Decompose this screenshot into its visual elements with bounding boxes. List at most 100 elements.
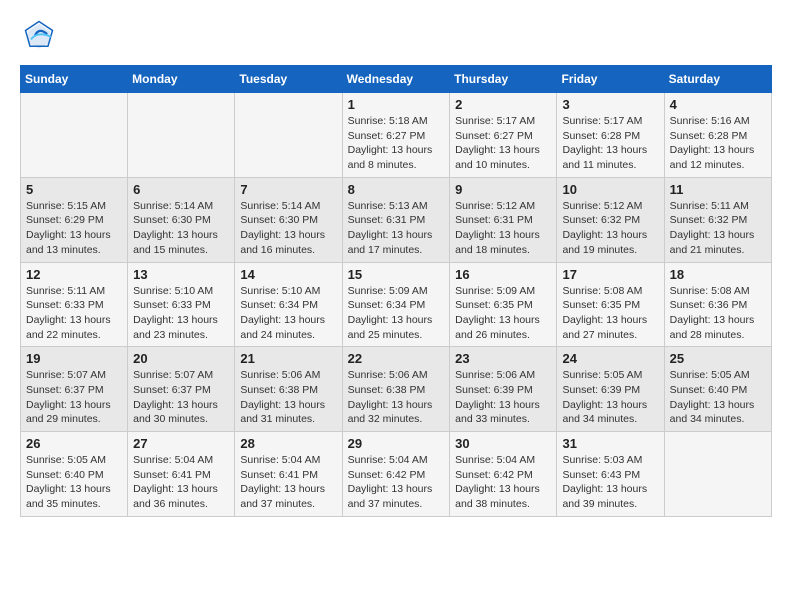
day-info: Sunrise: 5:07 AM Sunset: 6:37 PM Dayligh… [26, 368, 122, 427]
day-number: 12 [26, 267, 122, 282]
calendar-cell: 8Sunrise: 5:13 AM Sunset: 6:31 PM Daylig… [342, 177, 450, 262]
calendar-cell: 7 Sunrise: 5:14 AM Sunset: 6:30 PM Daylig… [235, 177, 342, 262]
calendar-cell: 19 Sunrise: 5:07 AM Sunset: 6:37 PM Dayli… [21, 347, 128, 432]
calendar-cell [664, 432, 771, 517]
day-number: 5 [26, 182, 122, 197]
calendar-cell: 12 Sunrise: 5:11 AM Sunset: 6:33 PM Dayli… [21, 262, 128, 347]
calendar-table: SundayMondayTuesdayWednesdayThursdayFrid… [20, 65, 772, 517]
header-cell-wednesday: Wednesday [342, 66, 450, 93]
day-number: 25 [670, 351, 766, 366]
day-info: Sunrise: 5:18 AM Sunset: 6:27 PM Dayligh… [348, 114, 445, 173]
calendar-cell: 9 Sunrise: 5:12 AM Sunset: 6:31 PM Daylig… [450, 177, 557, 262]
day-info: Sunrise: 5:04 AM Sunset: 6:42 PM Dayligh… [348, 453, 445, 512]
day-number: 8 [348, 182, 445, 197]
calendar-cell: 30 Sunrise: 5:04 AM Sunset: 6:42 PM Dayli… [450, 432, 557, 517]
day-number: 2 [455, 97, 551, 112]
calendar-cell: 29 Sunrise: 5:04 AM Sunset: 6:42 PM Dayli… [342, 432, 450, 517]
calendar-cell: 4Sunrise: 5:16 AM Sunset: 6:28 PM Daylig… [664, 93, 771, 178]
day-number: 26 [26, 436, 122, 451]
day-number: 13 [133, 267, 229, 282]
day-info: Sunrise: 5:04 AM Sunset: 6:42 PM Dayligh… [455, 453, 551, 512]
day-info: Sunrise: 5:05 AM Sunset: 6:40 PM Dayligh… [670, 368, 766, 427]
day-number: 24 [562, 351, 658, 366]
day-number: 20 [133, 351, 229, 366]
day-number: 10 [562, 182, 658, 197]
day-info: Sunrise: 5:06 AM Sunset: 6:38 PM Dayligh… [348, 368, 445, 427]
calendar-cell: 25 Sunrise: 5:05 AM Sunset: 6:40 PM Dayli… [664, 347, 771, 432]
calendar-cell: 17 Sunrise: 5:08 AM Sunset: 6:35 PM Dayli… [557, 262, 664, 347]
day-number: 31 [562, 436, 658, 451]
day-number: 23 [455, 351, 551, 366]
day-info: Sunrise: 5:11 AM Sunset: 6:32 PM Dayligh… [670, 199, 766, 258]
day-info: Sunrise: 5:03 AM Sunset: 6:43 PM Dayligh… [562, 453, 658, 512]
day-info: Sunrise: 5:05 AM Sunset: 6:39 PM Dayligh… [562, 368, 658, 427]
day-number: 9 [455, 182, 551, 197]
header-cell-monday: Monday [128, 66, 235, 93]
day-info: Sunrise: 5:12 AM Sunset: 6:31 PM Dayligh… [455, 199, 551, 258]
calendar-cell [128, 93, 235, 178]
header-cell-friday: Friday [557, 66, 664, 93]
calendar-cell: 24 Sunrise: 5:05 AM Sunset: 6:39 PM Dayli… [557, 347, 664, 432]
day-number: 30 [455, 436, 551, 451]
day-info: Sunrise: 5:11 AM Sunset: 6:33 PM Dayligh… [26, 284, 122, 343]
week-row-5: 26 Sunrise: 5:05 AM Sunset: 6:40 PM Dayli… [21, 432, 772, 517]
day-info: Sunrise: 5:08 AM Sunset: 6:35 PM Dayligh… [562, 284, 658, 343]
week-row-4: 19 Sunrise: 5:07 AM Sunset: 6:37 PM Dayli… [21, 347, 772, 432]
day-number: 15 [348, 267, 445, 282]
day-number: 18 [670, 267, 766, 282]
calendar-cell: 31 Sunrise: 5:03 AM Sunset: 6:43 PM Dayli… [557, 432, 664, 517]
calendar-cell: 15Sunrise: 5:09 AM Sunset: 6:34 PM Dayli… [342, 262, 450, 347]
logo-icon [24, 20, 54, 50]
day-number: 11 [670, 182, 766, 197]
day-info: Sunrise: 5:14 AM Sunset: 6:30 PM Dayligh… [133, 199, 229, 258]
calendar-cell: 26 Sunrise: 5:05 AM Sunset: 6:40 PM Dayli… [21, 432, 128, 517]
header-cell-sunday: Sunday [21, 66, 128, 93]
calendar-cell: 27 Sunrise: 5:04 AM Sunset: 6:41 PM Dayli… [128, 432, 235, 517]
calendar-cell: 10Sunrise: 5:12 AM Sunset: 6:32 PM Dayli… [557, 177, 664, 262]
day-info: Sunrise: 5:04 AM Sunset: 6:41 PM Dayligh… [240, 453, 336, 512]
day-info: Sunrise: 5:05 AM Sunset: 6:40 PM Dayligh… [26, 453, 122, 512]
day-number: 3 [562, 97, 658, 112]
day-number: 17 [562, 267, 658, 282]
day-info: Sunrise: 5:06 AM Sunset: 6:39 PM Dayligh… [455, 368, 551, 427]
calendar-cell: 3 Sunrise: 5:17 AM Sunset: 6:28 PM Daylig… [557, 93, 664, 178]
day-number: 28 [240, 436, 336, 451]
day-info: Sunrise: 5:08 AM Sunset: 6:36 PM Dayligh… [670, 284, 766, 343]
day-info: Sunrise: 5:04 AM Sunset: 6:41 PM Dayligh… [133, 453, 229, 512]
day-info: Sunrise: 5:09 AM Sunset: 6:35 PM Dayligh… [455, 284, 551, 343]
day-number: 4 [670, 97, 766, 112]
day-number: 6 [133, 182, 229, 197]
page-header [20, 20, 772, 55]
day-number: 22 [348, 351, 445, 366]
calendar-cell: 11 Sunrise: 5:11 AM Sunset: 6:32 PM Dayli… [664, 177, 771, 262]
day-info: Sunrise: 5:17 AM Sunset: 6:28 PM Dayligh… [562, 114, 658, 173]
calendar-cell: 28 Sunrise: 5:04 AM Sunset: 6:41 PM Dayli… [235, 432, 342, 517]
calendar-cell: 20 Sunrise: 5:07 AM Sunset: 6:37 PM Dayli… [128, 347, 235, 432]
calendar-cell: 22 Sunrise: 5:06 AM Sunset: 6:38 PM Dayli… [342, 347, 450, 432]
day-number: 21 [240, 351, 336, 366]
day-info: Sunrise: 5:15 AM Sunset: 6:29 PM Dayligh… [26, 199, 122, 258]
day-info: Sunrise: 5:10 AM Sunset: 6:33 PM Dayligh… [133, 284, 229, 343]
header-cell-thursday: Thursday [450, 66, 557, 93]
day-number: 7 [240, 182, 336, 197]
day-info: Sunrise: 5:07 AM Sunset: 6:37 PM Dayligh… [133, 368, 229, 427]
day-number: 14 [240, 267, 336, 282]
calendar-cell: 13 Sunrise: 5:10 AM Sunset: 6:33 PM Dayli… [128, 262, 235, 347]
calendar-cell: 16 Sunrise: 5:09 AM Sunset: 6:35 PM Dayli… [450, 262, 557, 347]
day-number: 16 [455, 267, 551, 282]
week-row-2: 5 Sunrise: 5:15 AM Sunset: 6:29 PM Daylig… [21, 177, 772, 262]
week-row-3: 12 Sunrise: 5:11 AM Sunset: 6:33 PM Dayli… [21, 262, 772, 347]
day-number: 19 [26, 351, 122, 366]
header-cell-saturday: Saturday [664, 66, 771, 93]
calendar-cell [235, 93, 342, 178]
header-row: SundayMondayTuesdayWednesdayThursdayFrid… [21, 66, 772, 93]
day-info: Sunrise: 5:14 AM Sunset: 6:30 PM Dayligh… [240, 199, 336, 258]
calendar-cell: 21 Sunrise: 5:06 AM Sunset: 6:38 PM Dayli… [235, 347, 342, 432]
calendar-cell [21, 93, 128, 178]
day-number: 29 [348, 436, 445, 451]
day-number: 1 [348, 97, 445, 112]
calendar-cell: 23 Sunrise: 5:06 AM Sunset: 6:39 PM Dayli… [450, 347, 557, 432]
day-info: Sunrise: 5:06 AM Sunset: 6:38 PM Dayligh… [240, 368, 336, 427]
day-info: Sunrise: 5:17 AM Sunset: 6:27 PM Dayligh… [455, 114, 551, 173]
day-number: 27 [133, 436, 229, 451]
